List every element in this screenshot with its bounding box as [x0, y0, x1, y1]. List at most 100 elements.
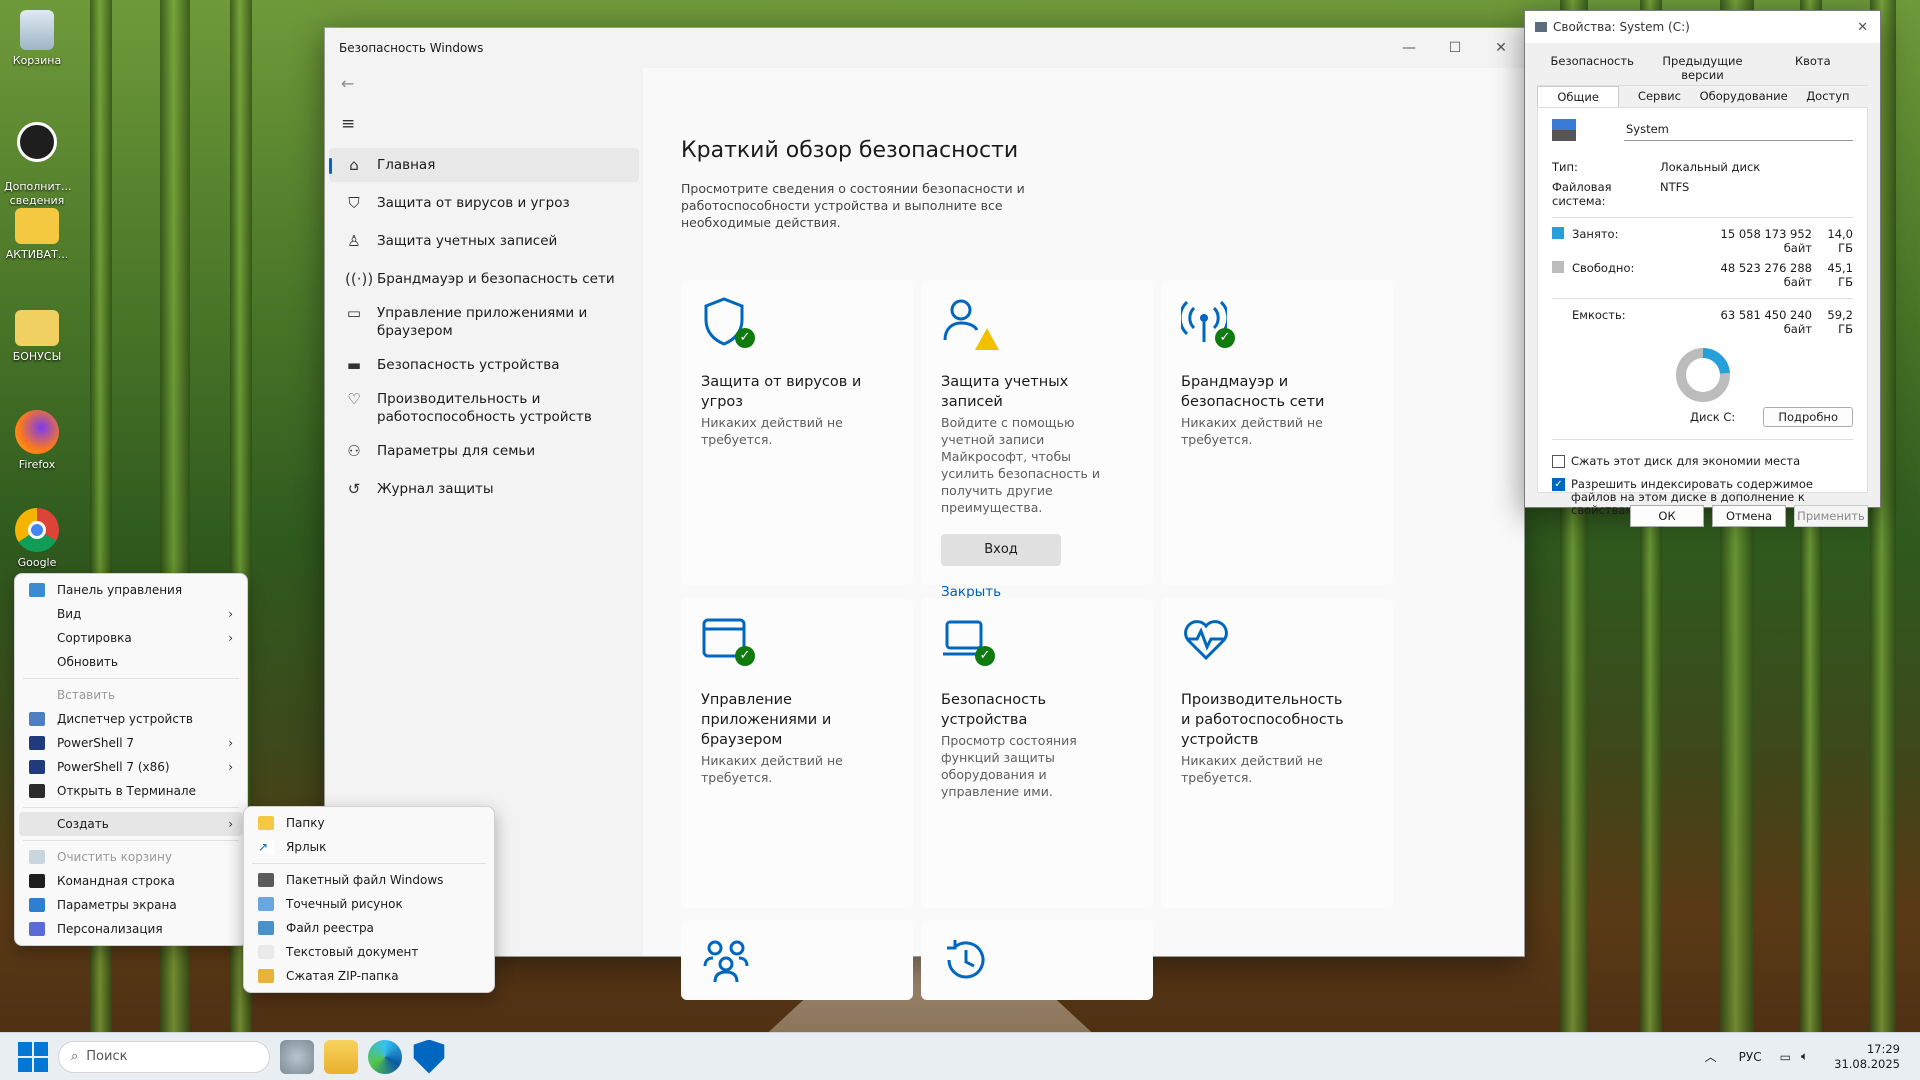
menu-item[interactable]: Персонализация — [19, 917, 243, 941]
edge-icon[interactable] — [368, 1039, 402, 1074]
folder-icon — [15, 310, 59, 346]
menu-separator — [23, 807, 239, 808]
menu-item[interactable]: Обновить — [19, 650, 243, 674]
drive-properties-dialog: Свойства: System (C:) ✕ Безопасность Пре… — [1524, 10, 1881, 527]
registry-icon — [258, 921, 274, 935]
card-protection-history[interactable] — [921, 920, 1153, 1000]
back-button[interactable]: ← — [325, 68, 643, 108]
menu-item[interactable]: Диспетчер устройств — [19, 707, 243, 731]
person-warning-icon — [941, 296, 999, 350]
card-account-protection[interactable]: Защита учетных записей Войдите с помощью… — [921, 280, 1153, 600]
menu-item[interactable]: Сжатая ZIP-папка — [248, 964, 490, 988]
file-explorer-icon[interactable] — [324, 1039, 358, 1074]
bitmap-icon — [258, 897, 274, 911]
menu-item[interactable]: Командная строка — [19, 869, 243, 893]
zip-folder-icon — [258, 969, 274, 983]
desktop-icon-bonuses[interactable]: БОНУСЫ — [4, 310, 70, 363]
tab-general[interactable]: Общие — [1537, 86, 1620, 107]
sign-in-button[interactable]: Вход — [941, 534, 1061, 566]
tab-quota[interactable]: Квота — [1758, 51, 1868, 85]
family-icon: ⚇ — [347, 442, 361, 460]
menu-item[interactable]: Сортировка › — [19, 626, 243, 650]
nav-item-virus-protection[interactable]: ⛉ Защита от вирусов и угроз — [329, 186, 639, 220]
card-firewall[interactable]: ✓ Брандмауэр и безопасность сети Никаких… — [1161, 280, 1393, 585]
nav-item-app-browser[interactable]: ▭ Управление приложениями и браузером — [329, 296, 639, 348]
card-performance[interactable]: Производительность и работоспособность у… — [1161, 598, 1393, 908]
nav-item-device-security[interactable]: ▬ Безопасность устройства — [329, 348, 639, 382]
cancel-button[interactable]: Отмена — [1712, 505, 1786, 527]
card-virus-protection[interactable]: ✓ Защита от вирусов и угроз Никаких дейс… — [681, 280, 913, 585]
blank-icon — [29, 817, 45, 831]
menu-item[interactable]: Параметры экрана — [19, 893, 243, 917]
recycle-bin-icon — [20, 10, 54, 50]
menu-item[interactable]: Открыть в Терминале — [19, 779, 243, 803]
tab-security[interactable]: Безопасность — [1537, 51, 1647, 85]
close-button[interactable]: ✕ — [1857, 20, 1868, 35]
card-device-security[interactable]: ✓ Безопасность устройства Просмотр состо… — [921, 598, 1153, 908]
free-space-row: Свободно: 48 523 276 288 байт 45,1 ГБ — [1552, 258, 1853, 292]
menu-item[interactable]: ↗ Ярлык — [248, 835, 490, 859]
desktop-icon-google-chrome[interactable]: Google — [4, 508, 70, 569]
widgets-icon[interactable] — [280, 1039, 314, 1074]
menu-item[interactable]: Файл реестра — [248, 916, 490, 940]
menu-item[interactable]: Панель управления — [19, 578, 243, 602]
tab-previous-versions[interactable]: Предыдущие версии — [1647, 51, 1757, 85]
chevron-up-icon[interactable]: ︿ — [1705, 1048, 1717, 1065]
close-button[interactable]: ✕ — [1478, 40, 1524, 56]
desktop-icon-additional-info[interactable]: Дополнит... сведения ... — [4, 108, 72, 222]
batch-file-icon — [258, 873, 274, 887]
shield-icon: ⛉ — [348, 194, 360, 212]
nav-item-performance[interactable]: ♡ Производительность и работоспособность … — [329, 382, 639, 434]
desktop-icon-recycle-bin[interactable]: Корзина — [4, 10, 70, 67]
language-indicator[interactable]: РУС — [1739, 1050, 1762, 1064]
menu-item[interactable]: Пакетный файл Windows — [248, 868, 490, 892]
nav-item-home[interactable]: ⌂ Главная — [329, 148, 639, 182]
ok-button[interactable]: ОК — [1630, 505, 1704, 527]
menu-item[interactable]: Точечный рисунок — [248, 892, 490, 916]
card-family[interactable] — [681, 920, 913, 1000]
card-app-browser[interactable]: ✓ Управление приложениями и браузером Ни… — [681, 598, 913, 908]
windows-security-taskbar-icon[interactable] — [413, 1039, 445, 1074]
index-checkbox[interactable]: ✓ — [1552, 478, 1565, 491]
properties-titlebar: Свойства: System (C:) ✕ — [1525, 11, 1880, 43]
used-space-row: Занято: 15 058 173 952 байт 14,0 ГБ — [1552, 224, 1853, 258]
details-button[interactable]: Подробно — [1763, 407, 1853, 427]
network-icon[interactable]: ▭ — [1780, 1050, 1791, 1064]
nav-item-account-protection[interactable]: ♙ Защита учетных записей — [329, 224, 639, 258]
general-tab-panel: System Тип: Локальный диск Файловая систе… — [1537, 108, 1868, 517]
create-submenu: Папку ↗ Ярлык Пакетный файл Windows Точечный… — [243, 806, 495, 993]
powershell-icon — [29, 736, 45, 750]
nav-item-family[interactable]: ⚇ Параметры для семьи — [329, 434, 639, 468]
history-icon — [941, 936, 995, 990]
nav-item-history[interactable]: ↺ Журнал защиты — [329, 472, 639, 506]
minimize-button[interactable]: — — [1386, 40, 1432, 56]
desktop-icon-activators[interactable]: АКТИВАТ... — [4, 208, 70, 261]
heart-pulse-icon — [1181, 614, 1235, 668]
compress-option[interactable]: Сжать этот диск для экономии места — [1552, 454, 1853, 468]
menu-item[interactable]: Папку — [248, 811, 490, 835]
desktop-icon-firefox[interactable]: Firefox — [4, 410, 70, 471]
page-title: Краткий обзор безопасности — [681, 138, 1019, 163]
tab-hardware[interactable]: Оборудование — [1700, 86, 1788, 107]
menu-item[interactable]: Создать › — [19, 812, 243, 836]
shortcut-icon: ↗ — [258, 840, 274, 854]
start-button[interactable] — [18, 1041, 48, 1072]
tab-tools[interactable]: Сервис — [1619, 86, 1699, 107]
clock[interactable]: 17:29 31.08.2025 — [1834, 1042, 1900, 1072]
menu-item[interactable]: PowerShell 7 (x86) › — [19, 755, 243, 779]
compress-checkbox[interactable] — [1552, 454, 1565, 468]
tabs-row-bottom: Общие Сервис Оборудование Доступ — [1537, 86, 1868, 108]
search-box[interactable]: ⌕ Поиск — [58, 1040, 270, 1073]
menu-item[interactable]: PowerShell 7 › — [19, 731, 243, 755]
maximize-button[interactable]: ☐ — [1432, 40, 1478, 56]
volume-icon[interactable]: 🔈︎ — [1801, 1049, 1808, 1064]
filesystem-row: Файловая система: NTFS — [1552, 180, 1690, 208]
apply-button[interactable]: Применить — [1794, 505, 1868, 527]
shield-check-icon: ✓ — [701, 296, 755, 350]
menu-item[interactable]: Текстовый документ — [248, 940, 490, 964]
tab-sharing[interactable]: Доступ — [1788, 86, 1868, 107]
drive-name-input[interactable]: System — [1624, 118, 1853, 141]
hamburger-menu-button[interactable]: ≡ — [325, 108, 643, 148]
nav-item-firewall[interactable]: ((·)) Брандмауэр и безопасность сети — [329, 262, 639, 296]
menu-item[interactable]: Вид › — [19, 602, 243, 626]
